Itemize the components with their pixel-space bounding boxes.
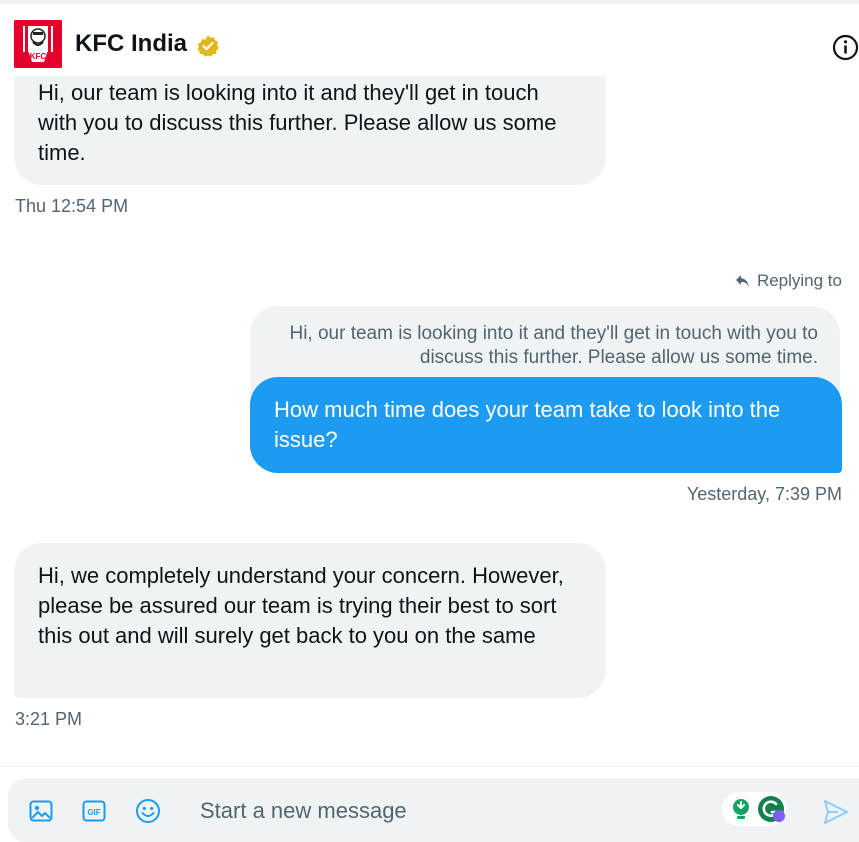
composer-divider <box>0 766 859 767</box>
message-text: How much time does your team take to loo… <box>274 397 781 452</box>
svg-text:GIF: GIF <box>87 808 100 817</box>
replying-to-label: Replying to <box>735 271 842 291</box>
image-icon[interactable] <box>28 798 54 824</box>
message-bubble-incoming[interactable]: Hi, our team is looking into it and they… <box>14 76 606 185</box>
gif-icon[interactable]: GIF <box>81 798 107 824</box>
avatar-logo-text: KFC <box>30 52 47 61</box>
message-composer: GIF <box>8 778 859 842</box>
reply-arrow-icon <box>735 275 749 287</box>
message-bubble-outgoing[interactable]: How much time does your team take to loo… <box>250 377 842 473</box>
quoted-message-text: Hi, our team is looking into it and they… <box>289 323 818 368</box>
replying-to-text: Replying to <box>756 271 842 290</box>
verified-badge-icon <box>197 35 219 57</box>
message-text: Hi, our team is looking into it and they… <box>38 80 557 165</box>
message-input[interactable] <box>200 797 700 825</box>
conversation-title[interactable]: KFC India <box>75 30 187 58</box>
avatar[interactable]: KFC <box>14 20 62 68</box>
message-text: Hi, we completely understand your concer… <box>38 563 564 648</box>
extension-tray <box>722 792 786 826</box>
conversation-header: KFC KFC India <box>0 4 859 84</box>
message-bubble-incoming[interactable]: Hi, we completely understand your concer… <box>14 543 606 698</box>
message-timestamp: 3:21 PM <box>15 709 83 729</box>
grammarly-icon[interactable] <box>757 795 785 823</box>
emoji-icon[interactable] <box>135 798 161 824</box>
send-icon[interactable] <box>822 798 850 826</box>
message-timestamp: Yesterday, 7:39 PM <box>686 484 842 504</box>
info-icon[interactable] <box>832 34 859 61</box>
extension-icon[interactable] <box>728 796 754 822</box>
message-timestamp: Thu 12:54 PM <box>15 196 129 216</box>
